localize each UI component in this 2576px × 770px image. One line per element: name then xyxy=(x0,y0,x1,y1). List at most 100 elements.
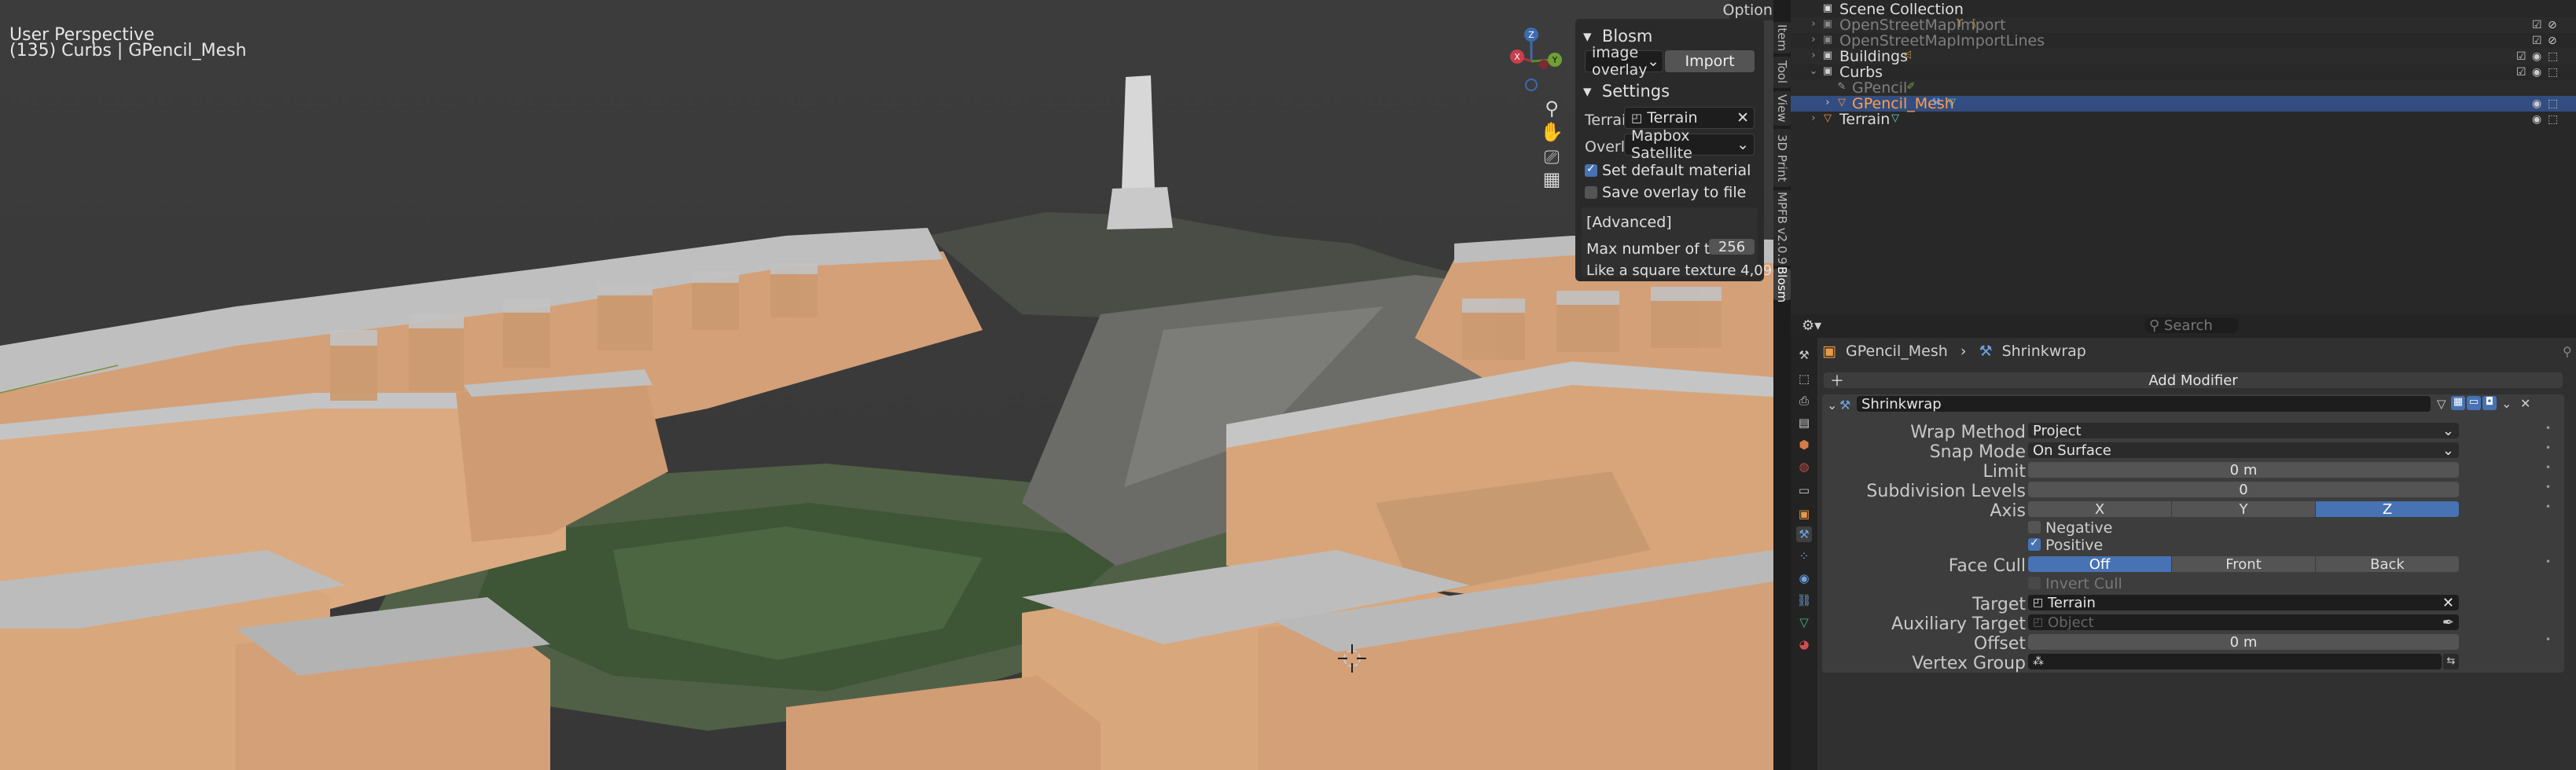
material-tab-icon[interactable]: ◕ xyxy=(1796,636,1812,652)
camera-render-icon[interactable]: ⬚ xyxy=(2548,113,2558,126)
subdivision-levels-field[interactable]: 0 xyxy=(2028,482,2459,498)
chevron-right-icon[interactable]: › xyxy=(1808,50,1819,61)
terrain-field[interactable]: ◰ Terrain ✕ xyxy=(1624,107,1755,129)
close-icon[interactable]: ✕ xyxy=(2520,396,2530,411)
tab-view[interactable]: View xyxy=(1773,91,1791,126)
outliner-row-terrain[interactable]: › ▽ Terrain ▽ ◉ ⬚ xyxy=(1791,112,2576,127)
camera-render-icon[interactable]: ⬚ xyxy=(2548,50,2558,63)
eye-icon[interactable]: ◉ xyxy=(2532,66,2541,79)
blosm-panel-header[interactable]: ▾ Blosm xyxy=(1583,27,1652,46)
limit-field[interactable]: 0 m xyxy=(2028,462,2459,478)
modifier-name-field[interactable]: Shrinkwrap xyxy=(1857,396,2431,412)
axis-z-toggle[interactable]: Z xyxy=(2316,501,2459,518)
invert-cull-checkbox[interactable] xyxy=(2028,577,2041,589)
invert-vertex-group-icon[interactable]: ⇆ xyxy=(2443,654,2459,669)
face-cull-back-toggle[interactable]: Back xyxy=(2316,556,2459,573)
collection-tab-icon[interactable]: ▭ xyxy=(1796,482,1812,498)
on-cage-toggle-icon[interactable]: ▦ xyxy=(2451,396,2465,410)
tab-mpfb[interactable]: MPFB v2.0.9 xyxy=(1773,190,1791,266)
decorator-dot-icon[interactable]: • xyxy=(2545,423,2551,434)
camera-render-icon[interactable]: ⬚ xyxy=(2548,66,2558,79)
view-layer-tab-icon[interactable]: ▤ xyxy=(1796,415,1812,431)
wrap-method-dropdown[interactable]: Project ⌄ xyxy=(2028,423,2459,439)
chevron-down-icon[interactable]: ⌄ xyxy=(1827,398,1837,412)
decorator-dot-icon[interactable]: • xyxy=(2545,482,2551,493)
overlay-dropdown[interactable]: Mapbox Satellite ⌄ xyxy=(1624,127,1755,162)
eyedropper-icon[interactable]: ✒ xyxy=(2442,614,2454,631)
eye-icon[interactable]: ◉ xyxy=(2532,113,2541,126)
options-dropdown[interactable]: Options ▾ xyxy=(1723,0,1773,20)
physics-tab-icon[interactable]: ◉ xyxy=(1796,570,1812,586)
grid-ortho-icon[interactable]: ▦ xyxy=(1536,163,1567,195)
checkbox-enabled-icon[interactable]: ☑ xyxy=(2532,19,2542,31)
axis-x-toggle[interactable]: X xyxy=(2028,501,2171,518)
pin-icon[interactable]: ⚲ xyxy=(2563,344,2572,359)
checkbox-enabled-icon[interactable]: ☑ xyxy=(2516,50,2526,63)
outliner-row-gpencil-mesh[interactable]: › ▽ GPencil_Mesh ⚒ ▽ ◉ ⬚ xyxy=(1791,96,2576,112)
max-tiles-field[interactable]: 256 xyxy=(1709,239,1755,255)
chevron-right-icon[interactable]: › xyxy=(1808,35,1819,46)
modifier-menu-icon[interactable]: ⌄ xyxy=(2501,396,2512,411)
set-default-material-checkbox[interactable] xyxy=(1585,163,1597,177)
render-tab-icon[interactable]: ⬚ xyxy=(1796,371,1812,387)
tool-tab-icon[interactable]: ⚒ xyxy=(1796,347,1812,363)
axis-y-toggle[interactable]: Y xyxy=(2172,501,2315,518)
chevron-right-icon[interactable]: › xyxy=(1808,113,1819,124)
3d-viewport[interactable]: User Perspective (135) Curbs | GPencil_M… xyxy=(0,0,1773,770)
search-input[interactable]: ⚲ Search xyxy=(2144,317,2239,334)
scene-tab-icon[interactable]: ⬢ xyxy=(1796,437,1812,453)
outliner-row-osm-import-lines[interactable]: › ▣ OpenStreetMapImportLines ☑ ⊘ xyxy=(1791,33,2576,49)
decorator-dot-icon[interactable]: • xyxy=(2545,501,2551,512)
target-field[interactable]: ◰ Terrain ✕ xyxy=(2028,595,2459,611)
settings-panel-header[interactable]: ▾ Settings xyxy=(1583,82,1670,101)
face-cull-off-toggle[interactable]: Off xyxy=(2028,556,2171,573)
hide-in-viewport-icon[interactable]: ⊘ xyxy=(2548,19,2557,31)
data-tab-icon[interactable]: ▽ xyxy=(1796,614,1812,630)
show-in-viewport-icon[interactable]: ▭ xyxy=(2467,396,2481,410)
outliner-row-curbs[interactable]: ⌄ ▣ Curbs ☑ ◉ ⬚ xyxy=(1791,64,2576,80)
clear-x-icon[interactable]: ✕ xyxy=(2442,595,2454,611)
clear-x-icon[interactable]: ✕ xyxy=(1736,109,1749,126)
tab-item[interactable]: Item xyxy=(1773,22,1791,53)
save-overlay-checkbox[interactable] xyxy=(1585,186,1597,199)
face-cull-front-toggle[interactable]: Front xyxy=(2172,556,2315,573)
vertex-group-field[interactable]: ⁂ xyxy=(2028,654,2442,669)
constraints-tab-icon[interactable]: ⛓ xyxy=(1796,592,1812,608)
checkbox-enabled-icon[interactable]: ☑ xyxy=(2516,66,2526,79)
auxiliary-target-field[interactable]: ◰ Object ✒ xyxy=(2028,614,2459,631)
outliner-row-buildings[interactable]: › ▣ Buildings ⩤ ☑ ◉ ⬚ xyxy=(1791,49,2576,64)
negative-checkbox[interactable] xyxy=(2028,521,2041,534)
tab-tool[interactable]: Tool xyxy=(1773,57,1791,88)
chevron-down-icon[interactable]: ⌄ xyxy=(1808,66,1819,77)
output-tab-icon[interactable]: ⎙ xyxy=(1796,393,1812,409)
snap-mode-dropdown[interactable]: On Surface ⌄ xyxy=(2028,442,2459,459)
editor-type-icon[interactable]: ⚙▾ xyxy=(1802,317,1821,334)
import-button[interactable]: Import xyxy=(1665,50,1755,72)
eye-icon[interactable]: ◉ xyxy=(2532,97,2541,110)
tab-3d-print[interactable]: 3D Print xyxy=(1773,129,1791,187)
decorator-dot-icon[interactable]: • xyxy=(2545,442,2551,453)
decorator-dot-icon[interactable]: • xyxy=(2545,556,2551,567)
outliner-row-scene-collection[interactable]: ▣ Scene Collection xyxy=(1791,2,2576,17)
show-in-render-icon[interactable]: ◘ xyxy=(2482,396,2497,410)
chevron-right-icon[interactable]: › xyxy=(1822,97,1833,108)
outliner-row-osm-import[interactable]: › ▣ OpenStreetMapImport ϒ ⟆ ☑ ⊘ xyxy=(1791,17,2576,33)
hide-in-viewport-icon[interactable]: ⊘ xyxy=(2548,35,2557,47)
camera-render-icon[interactable]: ⬚ xyxy=(2548,97,2558,110)
outliner-row-gpencil[interactable]: ✎ GPencil ✐ xyxy=(1791,80,2576,96)
world-tab-icon[interactable]: ◍ xyxy=(1796,459,1812,475)
decorator-dot-icon[interactable]: • xyxy=(2545,634,2551,645)
edit-mode-toggle-icon[interactable]: ▽ xyxy=(2437,397,2446,411)
positive-checkbox[interactable] xyxy=(2028,537,2041,551)
particles-tab-icon[interactable]: ⁘ xyxy=(1796,548,1812,564)
eye-icon[interactable]: ◉ xyxy=(2532,50,2541,63)
modifier-tab-icon[interactable]: ⚒ xyxy=(1796,526,1812,542)
add-modifier-button[interactable]: ＋ Add Modifier xyxy=(1824,372,2563,390)
decorator-dot-icon[interactable]: • xyxy=(2545,462,2551,473)
navigation-gizmo[interactable]: Z Y X xyxy=(1494,24,1572,99)
tab-blosm[interactable]: Blosm xyxy=(1773,266,1791,302)
checkbox-enabled-icon[interactable]: ☑ xyxy=(2532,35,2542,47)
object-tab-icon[interactable]: ▣ xyxy=(1796,506,1812,522)
offset-field[interactable]: 0 m xyxy=(2028,634,2459,651)
image-overlay-dropdown[interactable]: image overlay ⌄ xyxy=(1585,44,1663,79)
